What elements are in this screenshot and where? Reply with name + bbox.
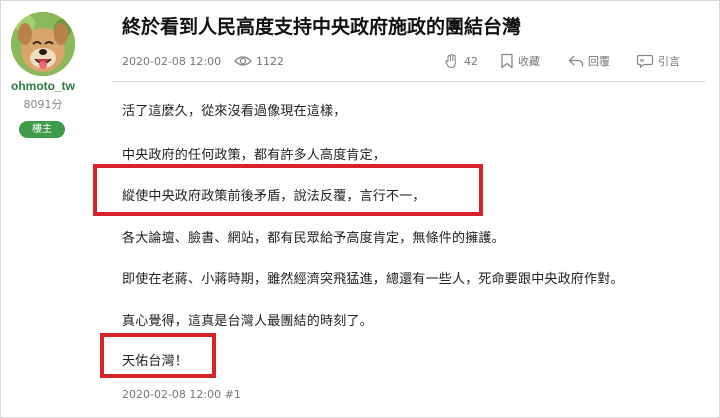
post-date-text: 2020-02-08 12:00 xyxy=(122,54,222,68)
like-count-text: 42 xyxy=(464,54,478,68)
title-divider xyxy=(112,81,706,82)
favorite-label: 收藏 xyxy=(518,55,540,68)
like-button[interactable]: 42 xyxy=(444,52,478,70)
post-paragraph: 即使在老蔣、小蔣時期，雖然經濟突飛猛進，總還有一些人，死命要跟中央政府作對。 xyxy=(122,272,624,287)
post-paragraph: 活了這麼久，從來沒看過像現在這樣， xyxy=(122,104,347,119)
op-badge: 樓主 xyxy=(19,121,65,138)
post-paragraph: 真心覺得，這真是台灣人最團結的時刻了。 xyxy=(122,314,373,329)
quote-icon xyxy=(636,54,654,68)
eye-icon xyxy=(234,56,252,66)
author-panel: ohmoto_tw 8091分 樓主 xyxy=(0,0,104,418)
clap-icon xyxy=(445,53,456,69)
reply-label: 回覆 xyxy=(588,55,610,68)
author-points: 8091分 xyxy=(23,98,63,111)
quote-button[interactable]: 引言 xyxy=(636,52,680,70)
post-date: 2020-02-08 12:00 xyxy=(122,52,221,70)
dog-avatar-icon xyxy=(11,12,75,76)
post-paragraph: 中央政府的任何政策，都有許多人高度肯定， xyxy=(122,148,387,163)
quote-label: 引言 xyxy=(658,55,680,68)
view-count: 1122 xyxy=(234,52,284,70)
bookmark-icon xyxy=(501,53,513,69)
favorite-button[interactable]: 收藏 xyxy=(500,52,540,70)
post-paragraph: 各大論壇、臉書、網站，都有民眾給予高度肯定，無條件的擁護。 xyxy=(122,231,505,246)
avatar[interactable] xyxy=(11,12,75,76)
post-meta-bar: 2020-02-08 12:00 1122 42 收藏 回覆 引言 xyxy=(122,52,708,70)
author-username[interactable]: ohmoto_tw xyxy=(0,79,86,93)
reply-icon xyxy=(568,55,584,67)
post-title: 終於看到人民高度支持中央政府施政的團結台灣 xyxy=(122,16,522,38)
reply-button[interactable]: 回覆 xyxy=(568,52,610,70)
view-count-text: 1122 xyxy=(256,54,284,68)
highlight-box xyxy=(93,164,483,216)
highlight-box xyxy=(100,333,216,378)
post-footer: 2020-02-08 12:00 #1 xyxy=(122,388,241,401)
